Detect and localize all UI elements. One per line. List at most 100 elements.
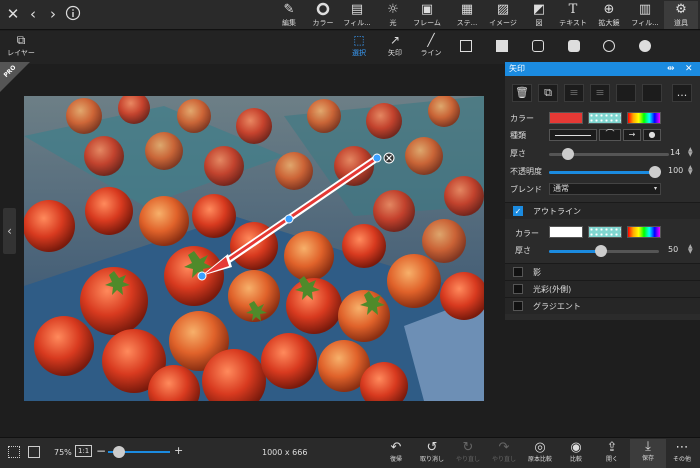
shadow-row[interactable]: 影 [505,263,700,280]
more-icon: ⋯ [675,440,689,455]
opacity-slider-knob[interactable] [649,166,661,178]
delete-button[interactable]: 🗑 [512,84,532,102]
pin-icon[interactable]: ⇹ [667,62,675,76]
more-button[interactable]: ⋯ その他 [664,440,700,464]
fill-icon: ▥ [638,2,652,17]
type-straight[interactable] [549,129,597,141]
duplicate-button[interactable]: ⧉ [538,84,558,102]
empty-button-2[interactable] [642,84,662,102]
tool-sticker[interactable]: ▦ ステ... [450,1,484,29]
type-dot-head[interactable]: ● [643,129,661,141]
color-swatch-rainbow[interactable] [627,112,661,124]
tool-text[interactable]: T テキスト [556,1,590,29]
outline-row[interactable]: ✓ アウトライン [505,202,700,219]
thickness-stepper[interactable]: ▲ ▼ [688,147,693,158]
tool-color[interactable]: カラー [306,1,340,29]
circle-filled-icon[interactable] [639,40,651,52]
tool-tools[interactable]: ⚙ 道具 [664,1,698,29]
gradient-row[interactable]: グラジエント [505,297,700,314]
open-icon: ⇪ [606,440,618,455]
type-arrow-head[interactable]: → [623,129,641,141]
sticker-icon: ▦ [460,2,474,17]
select-tool[interactable]: ⬚ 選択 [344,33,374,61]
forward-icon[interactable]: › [44,5,62,23]
close-icon[interactable]: ✕ [685,62,693,76]
rounded-square-outline-icon[interactable] [532,40,544,52]
outline-color-teal[interactable] [588,226,622,238]
undo-button[interactable]: ↺ 取り消し [414,440,450,464]
compare-button[interactable]: ◉ 比較 [558,440,594,464]
top-toolbar: ✕ ‹ › ✎ 編集 カラー ▤ フィル... ☼ 光 ▣ フレーム ▦ ステ.… [0,0,700,30]
sub-toolbar: ⧉ レイヤー ⬚ 選択 ↗ 矢印 ╱ ライン [0,31,700,64]
more-button[interactable]: ... [672,84,692,102]
revert-button[interactable]: ↶ 復帰 [378,440,414,464]
color-swatch-red[interactable] [549,112,583,124]
gradient-checkbox[interactable] [513,301,523,311]
tool-frame[interactable]: ▣ フレーム [410,1,444,29]
glow-checkbox[interactable] [513,284,523,294]
color-swatch-teal[interactable] [588,112,622,124]
layer-button[interactable]: ⧉ レイヤー [4,33,38,61]
close-icon[interactable]: ✕ [4,5,22,23]
compare-original-icon: ◎ [534,440,546,455]
compare-original-button[interactable]: ◎ 原本比較 [522,440,558,464]
redo-button[interactable]: ↻ やり直し [450,440,486,464]
opacity-stepper[interactable]: ▲ ▼ [688,165,693,176]
zoom-slider-knob[interactable] [113,446,125,458]
frame-toggle-icon[interactable] [28,446,40,458]
filter-doc-icon: ▤ [350,2,364,17]
color-ring-icon [306,2,340,18]
shadow-checkbox[interactable] [513,267,523,277]
align-left-button[interactable]: ≡ [564,84,584,102]
tools-icon: ⚙ [675,2,687,17]
thickness-slider-knob[interactable] [562,148,574,160]
outline-color-rainbow[interactable] [627,226,661,238]
save-icon: ⤓ [645,439,651,454]
tool-image[interactable]: ▨ イメージ [486,1,520,29]
align-right-button[interactable]: ≡ [590,84,610,102]
zoom-level: 75% [54,448,72,457]
shapes-icon: ◩ [532,2,546,17]
outline-thickness-stepper[interactable]: ▲ ▼ [688,244,693,255]
square-outline-icon[interactable] [460,40,472,52]
arrow-tool[interactable]: ↗ 矢印 [380,33,410,61]
fit-button[interactable]: 1:1 [75,445,93,457]
circle-outline-icon[interactable] [603,40,615,52]
line-tool[interactable]: ╱ ライン [416,33,446,61]
undo-icon: ↺ [426,440,438,455]
tool-filter[interactable]: ▤ フィル... [340,1,374,29]
align-right-icon: ≡ [595,86,605,99]
rounded-square-filled-icon[interactable] [568,40,580,52]
tool-magnifier[interactable]: ⊕ 拡大鏡 [592,1,626,29]
outline-color-white[interactable] [549,226,583,238]
arrow-icon: ↗ [389,33,401,47]
type-curve[interactable]: ⌒ [599,129,621,141]
square-filled-icon[interactable] [496,40,508,52]
glow-row[interactable]: 光彩(外側) [505,280,700,297]
zoom-out-icon[interactable]: − [96,444,106,458]
revert-icon: ↶ [390,440,402,455]
empty-button-1[interactable] [616,84,636,102]
tool-light[interactable]: ☼ 光 [376,1,410,29]
tool-edit[interactable]: ✎ 編集 [272,1,306,29]
save-button[interactable]: ⤓ 保存 [630,439,666,468]
back-icon[interactable]: ‹ [24,5,42,23]
zoom-in-icon[interactable]: + [174,444,183,457]
redo-all-button[interactable]: ↷ やり直し [486,440,522,464]
tool-shapes[interactable]: ◩ 図 [522,1,556,29]
outline-checkbox[interactable]: ✓ [513,206,523,216]
compare-icon: ◉ [570,440,582,455]
outline-thickness-slider-fill [549,250,601,253]
grid-toggle-icon[interactable] [8,446,20,458]
tool-fill[interactable]: ▥ フィル... [628,1,662,29]
collapse-left-tab[interactable]: ‹ [3,208,16,254]
info-icon[interactable] [64,5,82,23]
text-icon: T [568,2,578,17]
open-button[interactable]: ⇪ 開く [594,440,630,464]
outline-thickness-slider-knob[interactable] [595,245,607,257]
arrow-properties-panel: 矢印 ⇹ ✕ 🗑 ⧉ ≡ ≡ ... カラー 種類 ⌒ → ● 厚さ 14 ▲ ▼… [505,62,700,320]
blend-select[interactable]: 通常 ▾ [549,183,661,195]
curve-icon: ⌒ [605,130,615,140]
frame-icon: ▣ [420,2,434,17]
photo-canvas[interactable] [24,96,484,401]
